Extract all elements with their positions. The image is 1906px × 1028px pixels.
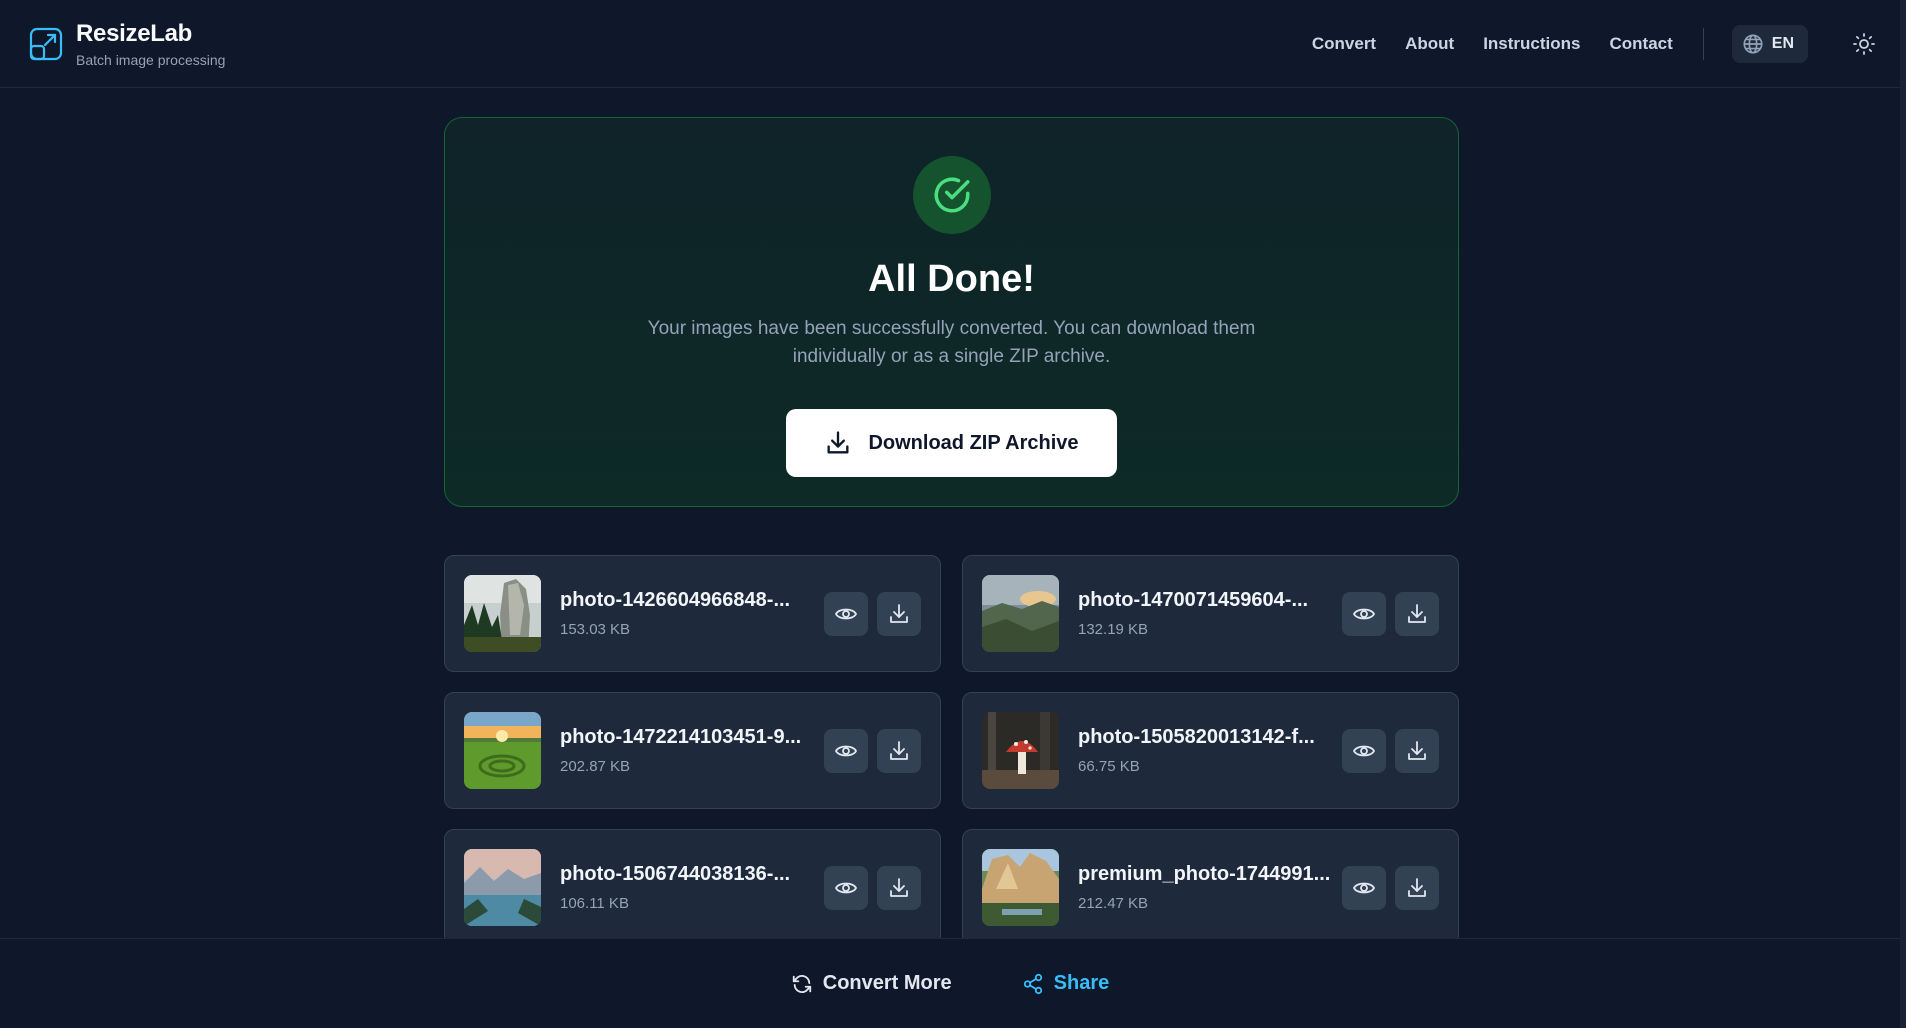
file-name: photo-1472214103451-9... — [560, 726, 802, 748]
main-nav: Convert About Instructions Contact EN — [1312, 24, 1878, 63]
file-item: photo-1426604966848-... 153.03 KB — [444, 555, 941, 672]
file-size: 66.75 KB — [1078, 758, 1140, 775]
file-thumbnail[interactable] — [464, 712, 541, 789]
success-panel: All Done! Your images have been successf… — [444, 117, 1459, 507]
download-icon — [1408, 603, 1426, 623]
download-icon — [890, 603, 908, 623]
convert-more-button[interactable]: Convert More — [791, 972, 952, 995]
file-item: photo-1472214103451-9... 202.87 KB — [444, 692, 941, 809]
file-download-button[interactable] — [1395, 591, 1439, 636]
file-name: photo-1505820013142-f... — [1078, 726, 1315, 748]
file-size: 153.03 KB — [560, 621, 631, 638]
download-icon — [1408, 877, 1426, 897]
preview-button[interactable] — [1342, 591, 1386, 636]
language-button[interactable]: EN — [1731, 24, 1808, 63]
nav-convert[interactable]: Convert — [1312, 34, 1376, 54]
convert-more-label: Convert More — [822, 972, 952, 994]
bottom-action-bar: Convert More Share — [0, 938, 1900, 1028]
eye-icon — [1352, 608, 1376, 619]
eye-icon — [834, 882, 858, 893]
file-size: 132.19 KB — [1078, 621, 1149, 638]
preview-button[interactable] — [1342, 865, 1386, 910]
file-thumbnail[interactable] — [464, 575, 541, 652]
file-thumbnail[interactable] — [982, 575, 1059, 652]
share-label: Share — [1053, 972, 1110, 994]
preview-button[interactable] — [824, 728, 868, 773]
share-icon — [1023, 973, 1042, 994]
download-icon — [1408, 740, 1426, 760]
preview-button[interactable] — [1342, 728, 1386, 773]
success-title: All Done! — [868, 258, 1035, 300]
check-circle-icon — [912, 156, 991, 234]
file-thumbnail[interactable] — [982, 712, 1059, 789]
preview-button[interactable] — [824, 591, 868, 636]
file-size: 212.47 KB — [1078, 895, 1149, 912]
file-download-button[interactable] — [877, 591, 921, 636]
eye-icon — [834, 608, 858, 619]
file-name: photo-1426604966848-... — [560, 589, 791, 611]
eye-icon — [834, 745, 858, 756]
file-size: 202.87 KB — [560, 758, 631, 775]
brand[interactable]: ResizeLab Batch image processing — [28, 20, 225, 68]
nav-contact[interactable]: Contact — [1609, 34, 1672, 54]
file-name: photo-1506744038136-... — [560, 863, 791, 885]
top-header: ResizeLab Batch image processing Convert… — [0, 0, 1906, 88]
page: ResizeLab Batch image processing Convert… — [0, 0, 1906, 1028]
file-download-button[interactable] — [1395, 865, 1439, 910]
file-thumbnail[interactable] — [982, 849, 1059, 926]
share-button[interactable]: Share — [1022, 972, 1110, 995]
brand-tagline: Batch image processing — [76, 51, 226, 68]
file-download-button[interactable] — [1395, 728, 1439, 773]
resize-logo-icon — [28, 26, 64, 62]
nav-instructions[interactable]: Instructions — [1483, 34, 1580, 54]
language-label: EN — [1771, 34, 1794, 52]
download-icon — [890, 740, 908, 760]
nav-divider — [1702, 27, 1704, 60]
file-name: photo-1470071459604-... — [1078, 589, 1309, 611]
file-download-button[interactable] — [877, 865, 921, 910]
download-icon — [827, 431, 849, 454]
scrollbar[interactable] — [1900, 0, 1906, 1028]
file-thumbnail[interactable] — [464, 849, 541, 926]
file-name: premium_photo-1744991... — [1078, 863, 1331, 885]
globe-icon — [1743, 33, 1763, 54]
file-item: premium_photo-1744991... 212.47 KB — [962, 829, 1459, 946]
success-message: Your images have been successfully conve… — [647, 318, 1256, 367]
file-item: photo-1470071459604-... 132.19 KB — [962, 555, 1459, 672]
download-zip-button[interactable]: Download ZIP Archive — [786, 409, 1117, 477]
eye-icon — [1352, 882, 1376, 893]
file-item: photo-1505820013142-f... 66.75 KB — [962, 692, 1459, 809]
download-icon — [890, 877, 908, 897]
refresh-icon — [792, 974, 811, 993]
converted-files-list: photo-1426604966848-... 153.03 KB photo-… — [444, 555, 1459, 946]
download-zip-label: Download ZIP Archive — [868, 431, 1079, 454]
eye-icon — [1352, 745, 1376, 756]
theme-toggle[interactable] — [1850, 30, 1878, 58]
brand-name: ResizeLab — [76, 19, 193, 47]
file-download-button[interactable] — [877, 728, 921, 773]
nav-about[interactable]: About — [1405, 34, 1454, 54]
preview-button[interactable] — [824, 865, 868, 910]
file-size: 106.11 KB — [560, 895, 629, 912]
sun-icon — [1853, 32, 1875, 55]
file-item: photo-1506744038136-... 106.11 KB — [444, 829, 941, 946]
